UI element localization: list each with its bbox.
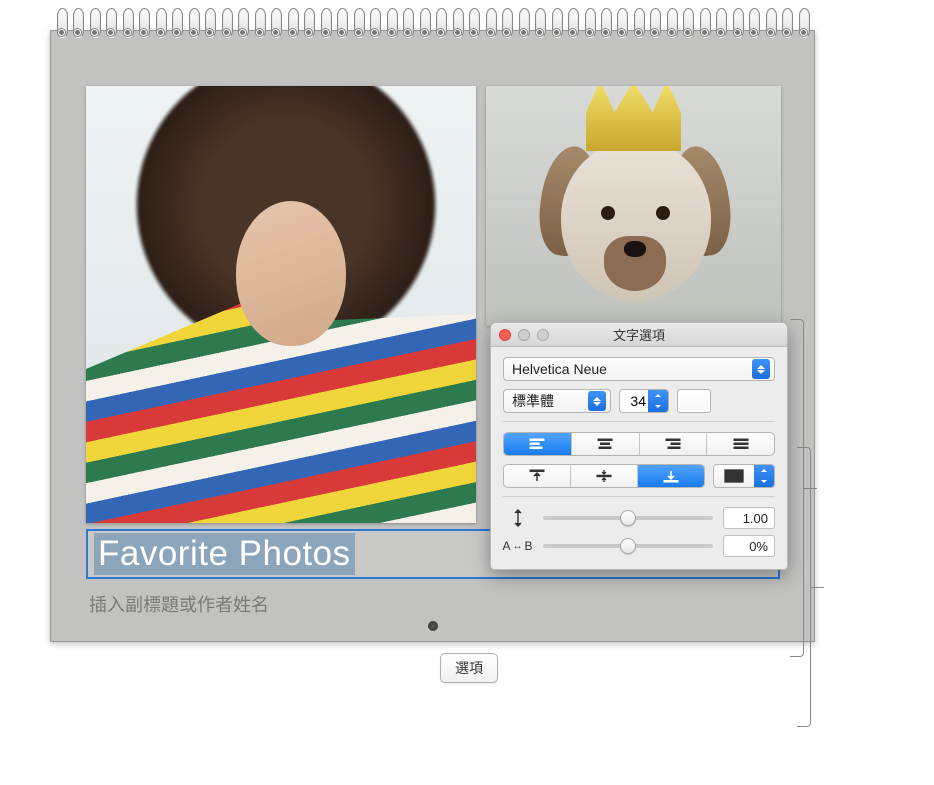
stepper-up-icon[interactable] [648, 390, 668, 401]
text-options-panel: 文字選項 Helvetica Neue 標準體 [490, 322, 788, 570]
align-right-button[interactable] [640, 433, 708, 455]
callout-bracket [797, 447, 811, 727]
font-size-input[interactable] [620, 393, 648, 409]
align-center-button[interactable] [572, 433, 640, 455]
valign-middle-button[interactable] [571, 465, 638, 487]
close-icon[interactable] [499, 329, 511, 341]
popup-arrows-icon [588, 391, 606, 411]
spiral-binding [50, 8, 815, 53]
stepper-down-icon[interactable] [754, 476, 774, 487]
vertical-align-group [503, 464, 705, 488]
minimize-icon [518, 329, 530, 341]
columns-icon [714, 465, 754, 487]
valign-bottom-button[interactable] [638, 465, 704, 487]
font-style-value: 標準體 [512, 391, 554, 411]
options-button[interactable]: 選項 [440, 653, 498, 683]
slider-thumb[interactable] [620, 538, 636, 554]
divider [503, 496, 775, 497]
popup-arrows-icon [752, 359, 770, 379]
line-spacing-slider[interactable] [543, 509, 713, 527]
horizontal-align-group [503, 432, 775, 456]
align-left-button[interactable] [504, 433, 572, 455]
tracking-icon: A↔B [503, 539, 533, 553]
line-spacing-icon [503, 508, 533, 528]
line-spacing-row: 1.00 [503, 507, 775, 529]
valign-top-button[interactable] [504, 465, 571, 487]
columns-popup[interactable] [713, 464, 775, 488]
zoom-icon [537, 329, 549, 341]
cover-photo-secondary[interactable] [486, 86, 781, 326]
tracking-row: A↔B 0% [503, 535, 775, 557]
slider-thumb[interactable] [620, 510, 636, 526]
binding-hole [428, 621, 438, 631]
panel-titlebar[interactable]: 文字選項 [491, 323, 787, 347]
font-family-popup[interactable]: Helvetica Neue [503, 357, 775, 381]
text-color-well[interactable] [677, 389, 711, 413]
tracking-slider[interactable] [543, 537, 713, 555]
divider [503, 421, 775, 422]
stepper-up-icon[interactable] [754, 465, 774, 476]
font-size-stepper[interactable] [619, 389, 669, 413]
stepper-down-icon[interactable] [648, 401, 668, 412]
calendar-subtitle-placeholder[interactable]: 插入副標題或作者姓名 [89, 591, 269, 617]
calendar-title-text: Favorite Photos [94, 533, 355, 575]
align-justify-button[interactable] [707, 433, 774, 455]
tracking-value[interactable]: 0% [723, 535, 775, 557]
line-spacing-value[interactable]: 1.00 [723, 507, 775, 529]
cover-photo-main[interactable] [86, 86, 476, 523]
font-style-popup[interactable]: 標準體 [503, 389, 611, 413]
font-family-value: Helvetica Neue [512, 361, 607, 377]
